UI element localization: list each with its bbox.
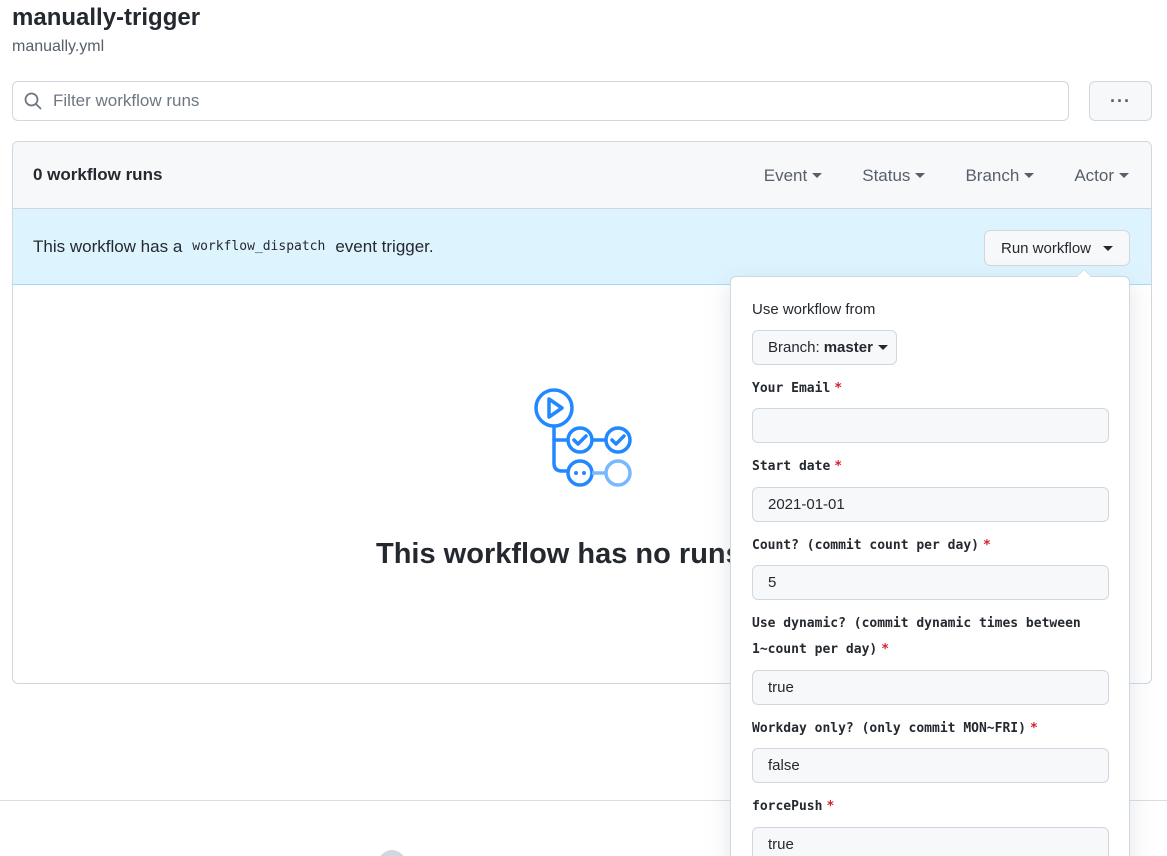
workday-only-label: Workday only? (only commit MON~FRI) * bbox=[752, 716, 1117, 742]
run-workflow-dropdown: Use workflow from Branch: master Your Em… bbox=[730, 269, 1130, 856]
start-date-label-text: Start date bbox=[752, 459, 831, 474]
run-workflow-button[interactable]: Run workflow bbox=[984, 230, 1130, 266]
branch-filter-label: Branch bbox=[965, 165, 1020, 185]
runs-filters: Event Status Branch Actor bbox=[746, 142, 1151, 209]
runs-header: 0 workflow runs Event Status Branch Acto… bbox=[13, 142, 1151, 209]
more-options-button[interactable]: ··· bbox=[1089, 81, 1152, 121]
use-dynamic-input[interactable] bbox=[752, 670, 1109, 705]
branch-name: master bbox=[823, 339, 873, 356]
force-push-label-text: forcePush bbox=[752, 799, 823, 814]
caret-down-icon bbox=[1103, 245, 1114, 251]
email-label-text: Your Email bbox=[752, 381, 831, 396]
event-filter[interactable]: Event bbox=[763, 165, 823, 186]
count-label-text: Count? (commit count per day) bbox=[752, 538, 979, 553]
branch-filter[interactable]: Branch bbox=[965, 165, 1035, 186]
branch-select-button[interactable]: Branch: master bbox=[752, 330, 897, 365]
filter-workflow-runs bbox=[12, 81, 1069, 121]
kebab-icon: ··· bbox=[1110, 90, 1131, 111]
required-marker: * bbox=[826, 799, 835, 814]
start-date-label: Start date * bbox=[752, 454, 1117, 480]
caret-down-icon bbox=[1119, 173, 1129, 178]
branch-prefix: Branch: bbox=[768, 339, 820, 356]
required-marker: * bbox=[1029, 721, 1038, 736]
status-filter[interactable]: Status bbox=[862, 165, 926, 186]
page-title: manually-trigger bbox=[12, 4, 201, 31]
caret-down-icon bbox=[915, 173, 926, 178]
banner-code: workflow_dispatch bbox=[192, 239, 326, 254]
force-push-input[interactable] bbox=[752, 827, 1109, 856]
count-input[interactable] bbox=[752, 565, 1109, 600]
use-dynamic-label-text: Use dynamic? (commit dynamic times betwe… bbox=[752, 616, 1081, 657]
required-marker: * bbox=[881, 642, 890, 657]
workday-only-input[interactable] bbox=[752, 748, 1109, 783]
banner-text-after: event trigger. bbox=[335, 236, 434, 256]
caret-down-icon bbox=[877, 345, 888, 350]
workflow-icon bbox=[531, 385, 635, 494]
actor-filter[interactable]: Actor bbox=[1074, 166, 1129, 186]
start-date-input[interactable] bbox=[752, 487, 1109, 522]
event-filter-label: Event bbox=[763, 165, 808, 185]
caret-down-icon bbox=[812, 173, 823, 178]
caret-down-icon bbox=[1024, 173, 1035, 178]
runs-count: 0 workflow runs bbox=[33, 165, 163, 184]
count-label: Count? (commit count per day) * bbox=[752, 533, 1117, 559]
workday-only-label-text: Workday only? (only commit MON~FRI) bbox=[752, 721, 1026, 736]
email-input[interactable] bbox=[752, 408, 1109, 443]
search-icon bbox=[23, 91, 43, 111]
status-filter-label: Status bbox=[862, 165, 911, 185]
filter-input[interactable] bbox=[53, 91, 1068, 111]
workflow-file-name[interactable]: manually.yml bbox=[12, 38, 104, 56]
required-marker: * bbox=[982, 538, 991, 553]
force-push-label: forcePush * bbox=[752, 794, 1117, 820]
required-marker: * bbox=[834, 459, 843, 474]
actor-filter-label: Actor bbox=[1074, 165, 1114, 185]
required-marker: * bbox=[834, 381, 843, 396]
run-workflow-label: Run workflow bbox=[1000, 239, 1092, 257]
dispatch-banner: This workflow has a workflow_dispatch ev… bbox=[13, 209, 1151, 285]
use-dynamic-label: Use dynamic? (commit dynamic times betwe… bbox=[752, 611, 1117, 663]
github-logo-icon[interactable] bbox=[378, 850, 406, 856]
email-label: Your Email * bbox=[752, 376, 1117, 402]
banner-text-before: This workflow has a bbox=[33, 236, 183, 256]
use-workflow-from-label: Use workflow from bbox=[752, 301, 876, 318]
